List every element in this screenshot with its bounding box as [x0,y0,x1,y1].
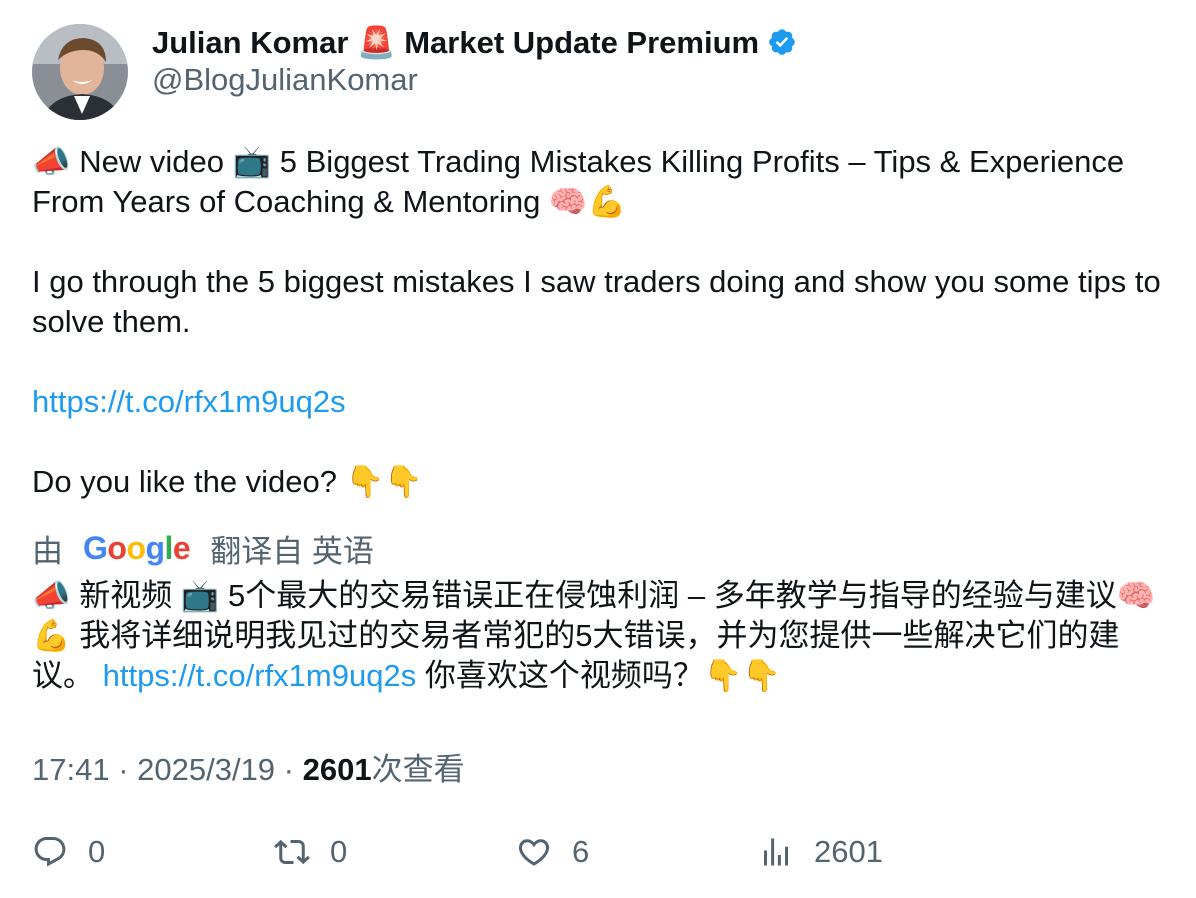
reply-icon [34,837,66,867]
like-count: 6 [572,834,590,869]
translated-text: 📣 新视频 📺 5个最大的交易错误正在侵蚀利润 – 多年教学与指导的经验与建议🧠… [32,578,1156,693]
views-count: 2601 [814,834,883,869]
tweet-text-line: Do you like the video? 👇👇 [32,464,423,499]
avatar[interactable] [32,24,128,120]
tweet-text-line: I go through the 5 biggest mistakes I sa… [32,264,1161,339]
translation-prefix: 由 [32,533,63,569]
view-label: 次查看 [371,752,465,787]
author-name[interactable]: Julian Komar 🚨 Market Update Premium [152,24,759,61]
like-icon [518,839,550,866]
tweet-body: 📣 New video 📺 5 Biggest Trading Mistakes… [32,142,1172,502]
google-logo: Google [83,529,191,566]
tweet-meta: 17:41 · 2025/3/19 · 2601次查看 [32,752,465,787]
tweet-time[interactable]: 17:41 [32,752,110,787]
verified-badge-icon [767,27,797,57]
repost-count: 0 [330,834,348,869]
tweet-text-line: 📣 New video 📺 5 Biggest Trading Mistakes… [32,144,1125,219]
reply-button[interactable]: 0 [32,830,105,874]
translation-suffix: 翻译自 英语 [210,533,374,569]
views-button[interactable]: 2601 [758,830,883,874]
avatar-image [32,24,128,120]
reply-count: 0 [88,834,106,869]
view-count: 2601 [302,752,372,787]
tweet-link[interactable]: https://t.co/rfx1m9uq2s [32,384,346,419]
tweet-date[interactable]: 2025/3/19 [137,752,275,787]
like-button[interactable]: 6 [516,830,589,874]
author-name-row[interactable]: Julian Komar 🚨 Market Update Premium [152,20,797,64]
author-handle[interactable]: @BlogJulianKomar [152,62,418,98]
views-icon [764,838,788,866]
repost-button[interactable]: 0 [274,830,347,874]
translated-link[interactable]: https://t.co/rfx1m9uq2s [103,658,417,693]
repost-icon [274,839,310,865]
action-bar: 0 0 6 2601 [32,830,1172,874]
translation-attribution[interactable]: 由 Google 翻译自 英语 [32,526,374,570]
